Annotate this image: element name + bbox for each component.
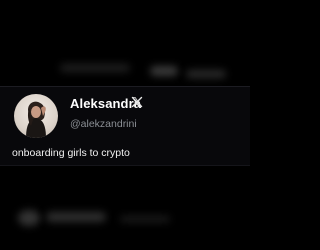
blurred-background-text	[60, 64, 130, 72]
blurred-background-avatar	[18, 210, 40, 226]
profile-card[interactable]: Aleksandra @alekzandrini onboarding girl…	[0, 86, 250, 166]
blurred-background-text	[150, 66, 178, 76]
x-logo-icon	[131, 96, 143, 108]
blurred-background-text	[186, 70, 226, 78]
avatar[interactable]	[14, 94, 58, 138]
profile-bio: onboarding girls to crypto	[12, 147, 130, 159]
blurred-background-text	[120, 216, 170, 222]
blurred-background-text	[46, 212, 106, 222]
screen: Aleksandra @alekzandrini onboarding girl…	[0, 0, 250, 250]
user-handle[interactable]: @alekzandrini	[70, 118, 137, 130]
profile-photo-icon	[26, 101, 46, 138]
